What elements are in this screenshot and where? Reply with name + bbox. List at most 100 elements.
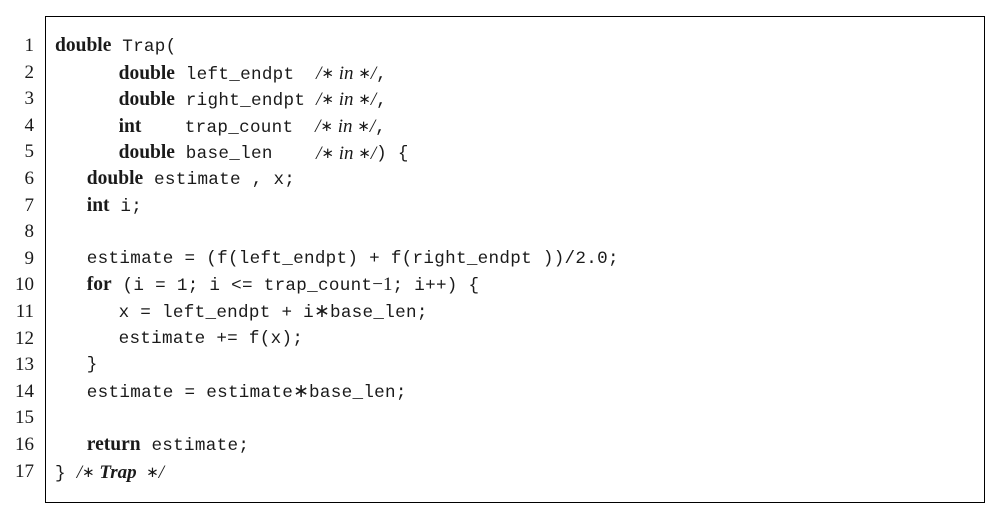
code-token: (i = 1; i <= trap_count <box>111 276 373 297</box>
line-number: 13 <box>15 354 34 376</box>
code-token: base_len; <box>329 302 428 323</box>
code-line: 3 double right_endpt /∗ in ∗/, <box>0 86 1005 113</box>
comment-body: in <box>333 89 359 111</box>
line-number: 8 <box>24 221 35 243</box>
minus-operator: −1 <box>372 274 393 296</box>
line-number: 16 <box>15 433 34 455</box>
code-token: base_len; <box>309 382 407 403</box>
code-line: 16 return estimate; <box>0 432 1005 459</box>
line-number: 9 <box>24 247 35 269</box>
code-line: 15 <box>0 405 1005 432</box>
asterisk-glyph: ∗ <box>82 462 95 481</box>
line-content: x = left_endpt + i∗base_len; <box>119 299 428 327</box>
line-content: double estimate , x; <box>87 166 295 194</box>
comment-token: /∗ in ∗/ <box>316 63 376 84</box>
code-line: 13} <box>0 352 1005 379</box>
keyword-token: double <box>118 142 175 164</box>
multiply-operator: ∗ <box>293 380 310 402</box>
keyword-token: double <box>86 167 144 189</box>
code-token: , <box>376 91 387 112</box>
identifier-token: right_endpt <box>174 91 317 112</box>
line-content: double right_endpt /∗ in ∗/, <box>119 86 387 115</box>
line-number: 11 <box>15 300 34 322</box>
code-line: 5 double base_len /∗ in ∗/) { <box>0 139 1005 166</box>
line-number: 3 <box>24 88 35 110</box>
code-token: estimate = (f(left_endpt) + f(right_endp… <box>86 248 619 269</box>
keyword-token: double <box>55 35 112 56</box>
line-content: } <box>87 352 98 379</box>
code-token: i; <box>109 196 143 217</box>
code-rows: 1 double Trap( 2 double left_endpt /∗ in ∗/… <box>0 33 1005 485</box>
comment-body: in <box>332 115 358 137</box>
code-line: 12 estimate += f(x); <box>0 326 1005 353</box>
asterisk-glyph: ∗ <box>320 116 333 135</box>
line-content: double left_endpt /∗ in ∗/, <box>119 60 387 89</box>
line-content: double base_len /∗ in ∗/) { <box>119 139 409 168</box>
asterisk-glyph: ∗ <box>321 143 334 162</box>
identifier-token: base_len <box>174 144 317 165</box>
code-token: , <box>376 64 387 85</box>
asterisk-glyph: ∗ <box>357 116 370 135</box>
code-line: 11 x = left_endpt + i∗base_len; <box>0 299 1005 326</box>
code-token: , <box>375 117 386 138</box>
code-token: estimate; <box>140 435 250 456</box>
code-listing: 1 double Trap( 2 double left_endpt /∗ in ∗/… <box>0 0 1005 518</box>
line-number: 12 <box>15 327 34 349</box>
line-number: 6 <box>24 167 35 189</box>
code-token: estimate , x; <box>143 169 296 190</box>
comment-token: /∗ in ∗/ <box>316 89 376 110</box>
line-content: estimate = estimate∗base_len; <box>87 379 407 407</box>
code-token: ; i++) { <box>392 276 480 297</box>
line-number: 10 <box>15 274 34 296</box>
asterisk-glyph: ∗ <box>358 90 371 109</box>
line-number: 1 <box>24 35 35 56</box>
asterisk-glyph: ∗ <box>321 90 334 109</box>
comment-body: in <box>333 62 359 84</box>
code-line: 1 double Trap( <box>0 33 1005 60</box>
line-content: return estimate; <box>87 432 249 460</box>
keyword-token: int <box>86 194 110 216</box>
comment-token: /∗ in ∗/ <box>315 116 375 137</box>
line-content: double Trap( <box>55 33 177 61</box>
code-token: x = left_endpt + i <box>118 302 315 323</box>
line-number: 17 <box>15 460 34 482</box>
line-number: 15 <box>15 407 34 429</box>
comment-body: Trap <box>94 461 147 483</box>
code-token: ) { <box>376 144 409 165</box>
line-number: 7 <box>24 194 35 216</box>
asterisk-glyph: ∗ <box>146 462 159 481</box>
code-token: } <box>55 463 77 484</box>
asterisk-glyph: ∗ <box>358 143 371 162</box>
keyword-token: double <box>118 89 175 111</box>
comment-body: in <box>333 142 359 164</box>
line-content: for (i = 1; i <= trap_count−1; i++) { <box>87 272 480 300</box>
multiply-operator: ∗ <box>314 300 330 322</box>
code-line: 4 int trap_count /∗ in ∗/, <box>0 113 1005 140</box>
code-token: estimate += f(x); <box>118 328 304 349</box>
code-token: Trap( <box>111 37 177 57</box>
line-content: estimate = (f(left_endpt) + f(right_endp… <box>87 246 619 273</box>
keyword-token: int <box>118 115 142 137</box>
comment-token: /∗ Trap ∗/ <box>77 462 164 483</box>
code-line: 10 for (i = 1; i <= trap_count−1; i++) { <box>0 272 1005 299</box>
code-line: 8 <box>0 219 1005 246</box>
comment-close: / <box>158 461 164 483</box>
line-content: int trap_count /∗ in ∗/, <box>119 113 386 142</box>
code-line: 9 estimate = (f(left_endpt) + f(right_end… <box>0 246 1005 273</box>
code-line: 14 estimate = estimate∗base_len; <box>0 379 1005 406</box>
line-content: int i; <box>87 193 142 221</box>
code-line: 6 double estimate , x; <box>0 166 1005 193</box>
line-number: 5 <box>24 141 35 163</box>
keyword-token: return <box>86 433 141 455</box>
code-line: 2 double left_endpt /∗ in ∗/, <box>0 60 1005 87</box>
code-token: estimate = estimate <box>86 382 294 403</box>
line-number: 4 <box>24 114 35 136</box>
asterisk-glyph: ∗ <box>358 63 371 82</box>
line-content: estimate += f(x); <box>119 326 304 353</box>
line-number: 2 <box>24 61 35 83</box>
line-number: 14 <box>15 380 34 402</box>
code-token: } <box>86 355 98 376</box>
comment-token: /∗ in ∗/ <box>316 143 376 164</box>
asterisk-glyph: ∗ <box>321 63 334 82</box>
line-content: } /∗ Trap ∗/ <box>55 459 164 488</box>
